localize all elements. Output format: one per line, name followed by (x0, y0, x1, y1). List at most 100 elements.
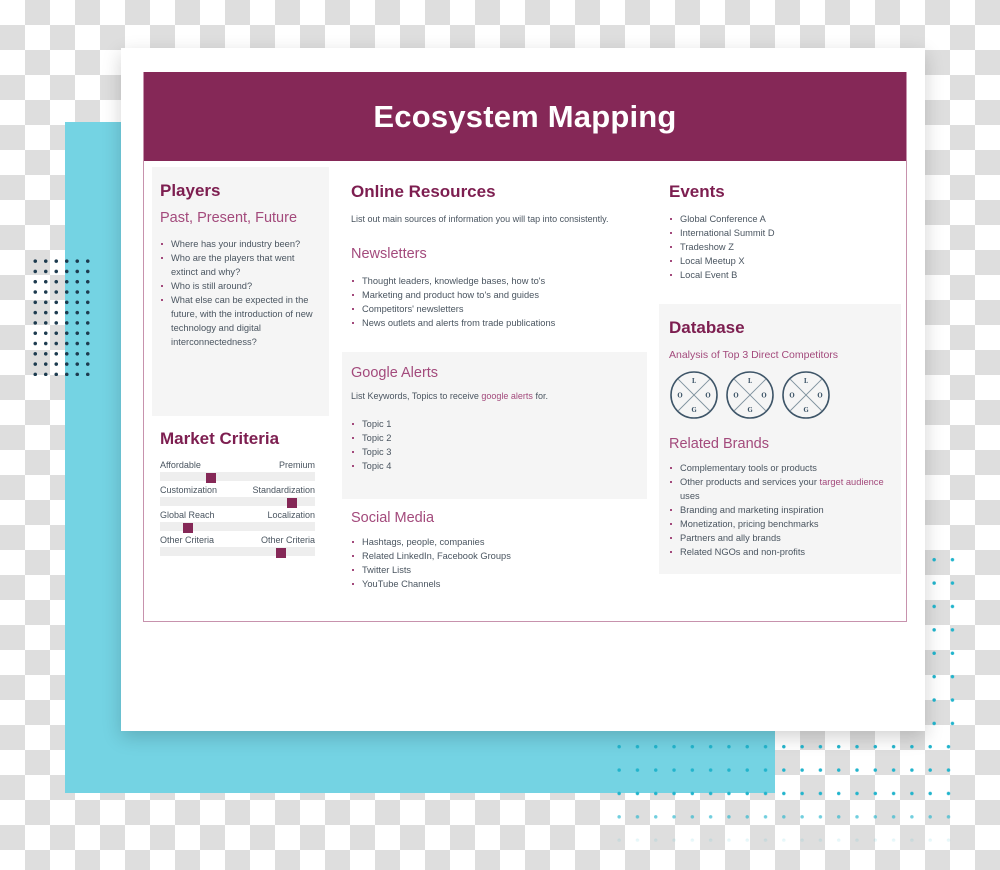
criteria-row: Customization Standardization (160, 484, 315, 508)
criteria-left-label: Affordable (160, 460, 201, 470)
criteria-slider-handle[interactable] (286, 498, 297, 508)
list-item: Hashtags, people, companies (351, 535, 651, 549)
criteria-row: Affordable Premium (160, 459, 315, 483)
list-item: Related NGOs and non-profits (669, 545, 889, 559)
list-item: Thought leaders, knowledge bases, how to… (351, 274, 651, 288)
list-item: Partners and ally brands (669, 531, 889, 545)
logo-letter: O (677, 393, 682, 400)
newsletters-list: Thought leaders, knowledge bases, how to… (351, 274, 651, 330)
page-title: Ecosystem Mapping (373, 98, 677, 134)
list-item: Other products and services your target … (669, 475, 889, 503)
criteria-slider-track[interactable] (160, 547, 315, 558)
list-item: International Summit D (669, 226, 899, 240)
list-item: Topic 2 (351, 431, 647, 445)
online-resources-description: List out main sources of information you… (351, 214, 609, 224)
related-brands-heading: Related Brands (669, 436, 769, 452)
criteria-row: Other Criteria Other Criteria (160, 534, 315, 558)
list-item: Global Conference A (669, 212, 899, 226)
decorative-dot-grid-left (30, 256, 90, 376)
criteria-left-label: Other Criteria (160, 535, 215, 545)
target-audience-link[interactable]: target audience (820, 477, 884, 487)
logo-letter: O (705, 393, 710, 400)
list-item: Branding and marketing inspiration (669, 503, 889, 517)
list-item: Twitter Lists (351, 563, 651, 577)
list-item: Complementary tools or products (669, 461, 889, 475)
competitor-logo-placeholder-icon: L O O G (782, 371, 830, 419)
list-item: Competitors' newsletters (351, 302, 651, 316)
players-heading: Players (160, 181, 221, 200)
social-media-heading: Social Media (351, 510, 435, 526)
database-subheading: Analysis of Top 3 Direct Competitors (669, 349, 839, 361)
logo-letter: L (692, 378, 697, 385)
criteria-labels: Other Criteria Other Criteria (160, 534, 315, 546)
logo-letter: O (761, 393, 766, 400)
list-item: Topic 3 (351, 445, 647, 459)
competitor-logo-placeholder-icon: L O O G (670, 371, 718, 419)
criteria-slider-track[interactable] (160, 522, 315, 533)
list-item: Local Event B (669, 268, 899, 282)
players-subheading: Past, Present, Future (160, 210, 298, 226)
market-criteria-heading: Market Criteria (160, 429, 280, 448)
criteria-labels: Global Reach Localization (160, 509, 315, 521)
document-card: Ecosystem Mapping Players Past, Present,… (121, 48, 925, 731)
google-alerts-heading: Google Alerts (351, 365, 439, 381)
logo-letter: L (804, 378, 809, 385)
database-heading: Database (669, 318, 745, 337)
criteria-left-label: Customization (160, 485, 218, 495)
list-item: Marketing and product how to's and guide… (351, 288, 651, 302)
topics-list: Topic 1 Topic 2 Topic 3 Topic 4 (351, 417, 647, 473)
description-text: List Keywords, Topics to receive (351, 391, 482, 401)
criteria-row: Global Reach Localization (160, 509, 315, 533)
events-list: Global Conference A International Summit… (669, 212, 899, 282)
criteria-right-label: Localization (267, 510, 315, 520)
logo-letter: G (747, 407, 752, 414)
google-alerts-link[interactable]: google alerts (481, 391, 533, 401)
item-text: uses (680, 491, 700, 501)
social-media-list: Hashtags, people, companies Related Link… (351, 535, 651, 591)
list-item: YouTube Channels (351, 577, 651, 591)
decorative-dot-grid-bottom (610, 735, 960, 845)
players-list: Where has your industry been? Who are th… (160, 237, 320, 349)
decorative-dot-grid-right (925, 548, 965, 738)
events-heading: Events (669, 182, 725, 201)
criteria-slider-handle[interactable] (275, 548, 286, 558)
list-item: Related LinkedIn, Facebook Groups (351, 549, 651, 563)
market-criteria-section: Market Criteria Affordable Premium Customi… (160, 429, 315, 559)
newsletters-heading: Newsletters (351, 246, 427, 262)
list-item: Local Meetup X (669, 254, 899, 268)
item-text: Other products and services your (680, 477, 820, 487)
logo-letter: O (817, 393, 822, 400)
criteria-slider-track[interactable] (160, 497, 315, 508)
criteria-left-label: Global Reach (160, 510, 215, 520)
related-brands-list: Complementary tools or products Other pr… (669, 461, 889, 559)
criteria-right-label: Premium (278, 460, 315, 470)
list-item: What else can be expected in the future,… (160, 293, 320, 349)
criteria-slider-track[interactable] (160, 472, 315, 483)
criteria-slider-handle[interactable] (182, 523, 193, 533)
logo-letter: L (748, 378, 753, 385)
logo-letter: G (803, 407, 808, 414)
online-resources-section: Online Resources List out main sources o… (351, 182, 651, 330)
list-item: Tradeshow Z (669, 240, 899, 254)
description-text: for. (532, 391, 548, 401)
logo-letter: G (691, 407, 696, 414)
criteria-right-label: Standardization (252, 485, 315, 495)
database-section: Database Analysis of Top 3 Direct Compet… (659, 304, 901, 574)
criteria-slider-handle[interactable] (206, 473, 217, 483)
list-item: Topic 1 (351, 417, 647, 431)
logo-letter: O (733, 393, 738, 400)
criteria-labels: Customization Standardization (160, 484, 315, 496)
title-banner: Ecosystem Mapping (144, 72, 906, 161)
social-media-section: Social Media Hashtags, people, companies… (351, 510, 651, 591)
criteria-right-label: Other Criteria (260, 535, 315, 545)
list-item: Who is still around? (160, 279, 320, 293)
logo-letter: O (789, 393, 794, 400)
criteria-labels: Affordable Premium (160, 459, 315, 471)
events-section: Events Global Conference A International… (669, 182, 899, 282)
list-item: Who are the players that went extinct an… (160, 251, 320, 279)
list-item: News outlets and alerts from trade publi… (351, 316, 651, 330)
competitor-logo-placeholder-icon: L O O G (726, 371, 774, 419)
list-item: Topic 4 (351, 459, 647, 473)
online-resources-heading: Online Resources (351, 182, 496, 201)
google-alerts-section: Google Alerts List Keywords, Topics to r… (342, 352, 647, 499)
